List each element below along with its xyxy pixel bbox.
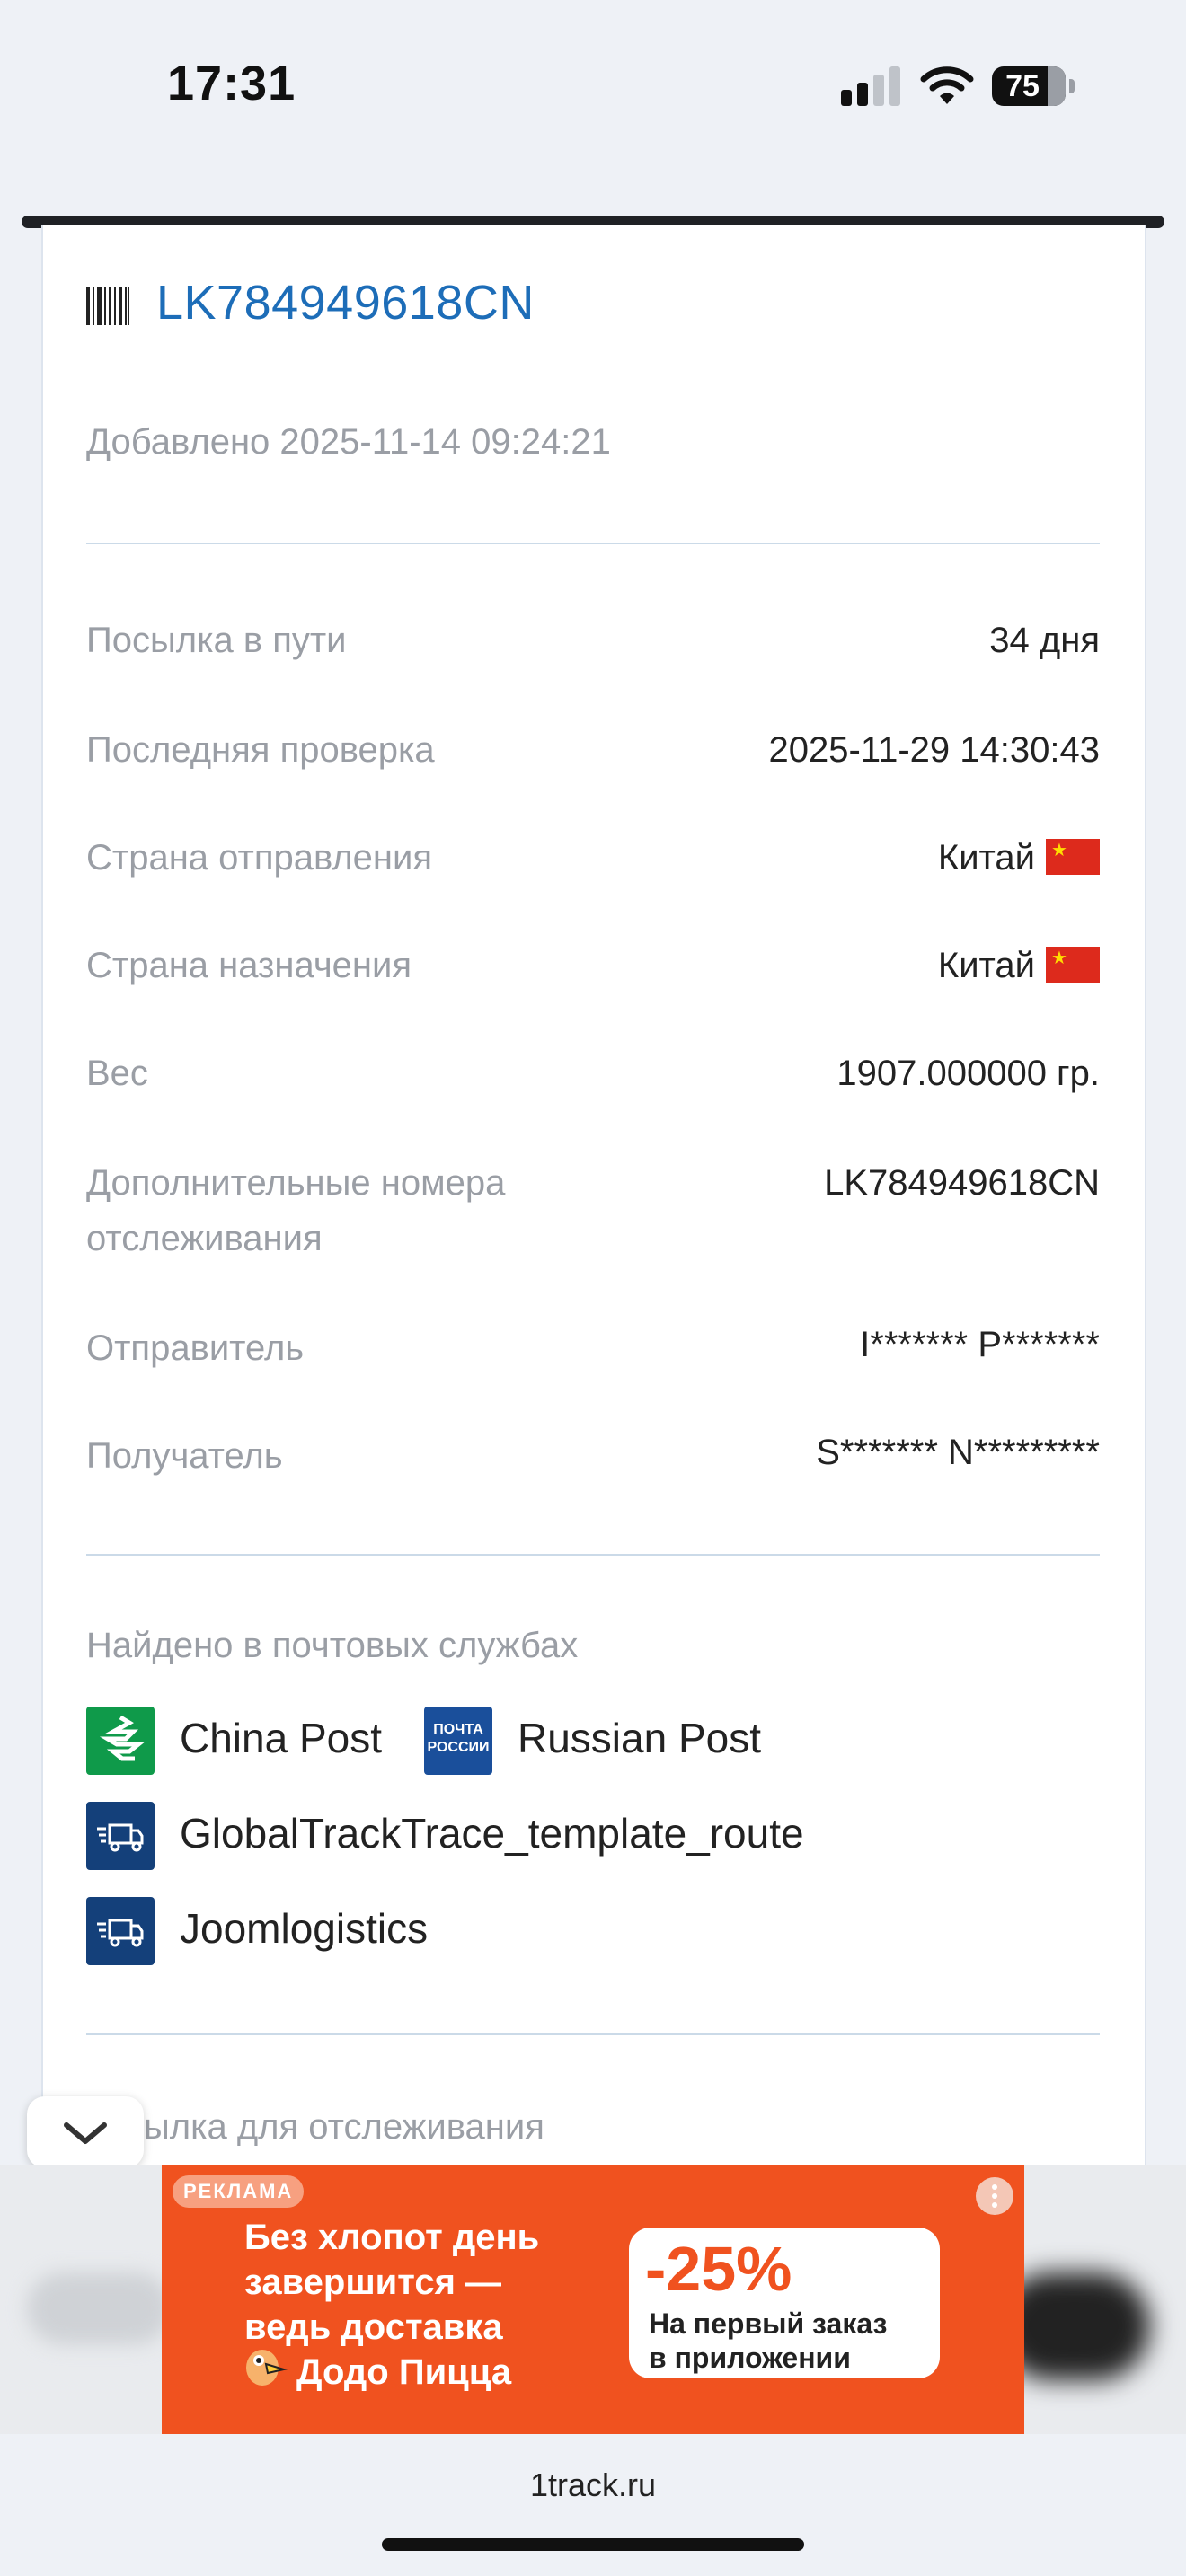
detail-value-destination-row: Китай ★ bbox=[938, 938, 1100, 993]
blurred-background bbox=[27, 2272, 171, 2344]
dodo-logo-icon bbox=[246, 2350, 288, 2386]
ad-menu-icon[interactable] bbox=[976, 2177, 1013, 2215]
cellular-signal-icon bbox=[841, 66, 900, 106]
detail-label-sender: Отправитель bbox=[86, 1328, 305, 1368]
tracking-number-title[interactable]: LK784949618CN bbox=[156, 275, 535, 331]
detail-value-destination: Китай bbox=[937, 946, 1035, 985]
service-china-post[interactable]: China Post bbox=[180, 1714, 382, 1762]
china-post-logo bbox=[86, 1707, 155, 1775]
detail-label-origin: Страна отправления bbox=[86, 838, 432, 878]
truck-icon bbox=[86, 1802, 155, 1870]
chevron-down-icon bbox=[64, 2122, 107, 2144]
ad-line-4: Додо Пицца bbox=[296, 2352, 512, 2392]
wifi-icon bbox=[920, 66, 974, 104]
tracking-link-label: ылка для отслеживания bbox=[144, 2107, 544, 2147]
battery-level: 75 bbox=[1005, 69, 1040, 103]
ad-badge: РЕКЛАМА bbox=[173, 2175, 305, 2208]
battery-icon: 75 bbox=[992, 66, 1075, 106]
service-globaltracktrace[interactable]: GlobalTrackTrace_template_route bbox=[180, 1809, 804, 1857]
status-bar: 17:31 75 bbox=[0, 0, 1186, 171]
ad-offer-line-1: На первый заказ bbox=[649, 2307, 888, 2340]
barcode-icon bbox=[86, 287, 129, 325]
divider bbox=[86, 543, 1100, 544]
ad-offer-line-2: в приложении bbox=[649, 2342, 851, 2374]
ad-banner[interactable]: РЕКЛАМА Без хлопот день завершится — вед… bbox=[162, 2165, 1024, 2434]
status-time: 17:31 bbox=[167, 57, 296, 110]
services-title: Найдено в почтовых службах bbox=[86, 1626, 579, 1665]
detail-label-last-check: Последняя проверка bbox=[86, 730, 435, 770]
russian-post-logo-text-1: ПОЧТА bbox=[433, 1722, 483, 1737]
detail-label-destination: Страна назначения bbox=[86, 946, 412, 985]
truck-icon bbox=[86, 1897, 155, 1965]
detail-value-last-check: 2025-11-29 14:30:43 bbox=[768, 730, 1100, 770]
divider bbox=[86, 2033, 1100, 2035]
detail-label-weight: Вес bbox=[86, 1054, 148, 1093]
china-flag-icon: ★ bbox=[1046, 839, 1100, 875]
detail-value-transit: 34 дня bbox=[989, 621, 1100, 660]
ad-line-3: ведь доставка bbox=[244, 2307, 503, 2347]
ad-line-1: Без хлопот день bbox=[244, 2218, 540, 2257]
detail-label-recipient: Получатель bbox=[86, 1436, 283, 1476]
detail-value-extra-numbers[interactable]: LK784949618CN bbox=[824, 1155, 1100, 1211]
service-joomlogistics[interactable]: Joomlogistics bbox=[180, 1904, 428, 1953]
divider bbox=[86, 1554, 1100, 1556]
detail-label-transit: Посылка в пути bbox=[86, 621, 347, 660]
service-russian-post[interactable]: Russian Post bbox=[518, 1714, 761, 1762]
added-date: Добавлено 2025-11-14 09:24:21 bbox=[86, 422, 611, 462]
ad-headline: Без хлопот день завершится — ведь достав… bbox=[244, 2215, 640, 2395]
russian-post-logo-text-2: РОССИИ bbox=[427, 1740, 490, 1755]
ad-discount: -25% bbox=[645, 2234, 792, 2304]
collapse-button[interactable] bbox=[27, 2096, 144, 2168]
browser-url[interactable]: 1track.ru bbox=[0, 2466, 1186, 2504]
detail-value-origin-row: Китай ★ bbox=[938, 830, 1100, 886]
china-flag-icon: ★ bbox=[1046, 947, 1100, 983]
detail-value-recipient: S******* N********* bbox=[816, 1433, 1100, 1472]
ad-offer-box: -25% На первый заказ в приложении bbox=[629, 2228, 940, 2378]
detail-label-extra-numbers-line1: Дополнительные номера bbox=[86, 1163, 506, 1203]
russian-post-logo: ПОЧТА РОССИИ bbox=[424, 1707, 492, 1775]
home-indicator[interactable] bbox=[382, 2538, 804, 2551]
detail-value-origin: Китай bbox=[937, 838, 1035, 878]
detail-value-weight: 1907.000000 гр. bbox=[836, 1054, 1100, 1093]
detail-value-sender: I******* P******* bbox=[860, 1325, 1100, 1364]
detail-label-extra-numbers-line2: отслеживания bbox=[86, 1219, 323, 1258]
ad-line-2: завершится — bbox=[244, 2263, 502, 2302]
detail-label-extra-numbers: Дополнительные номера отслеживания bbox=[86, 1155, 505, 1266]
ad-offer-text: На первый заказ в приложении bbox=[649, 2307, 936, 2375]
